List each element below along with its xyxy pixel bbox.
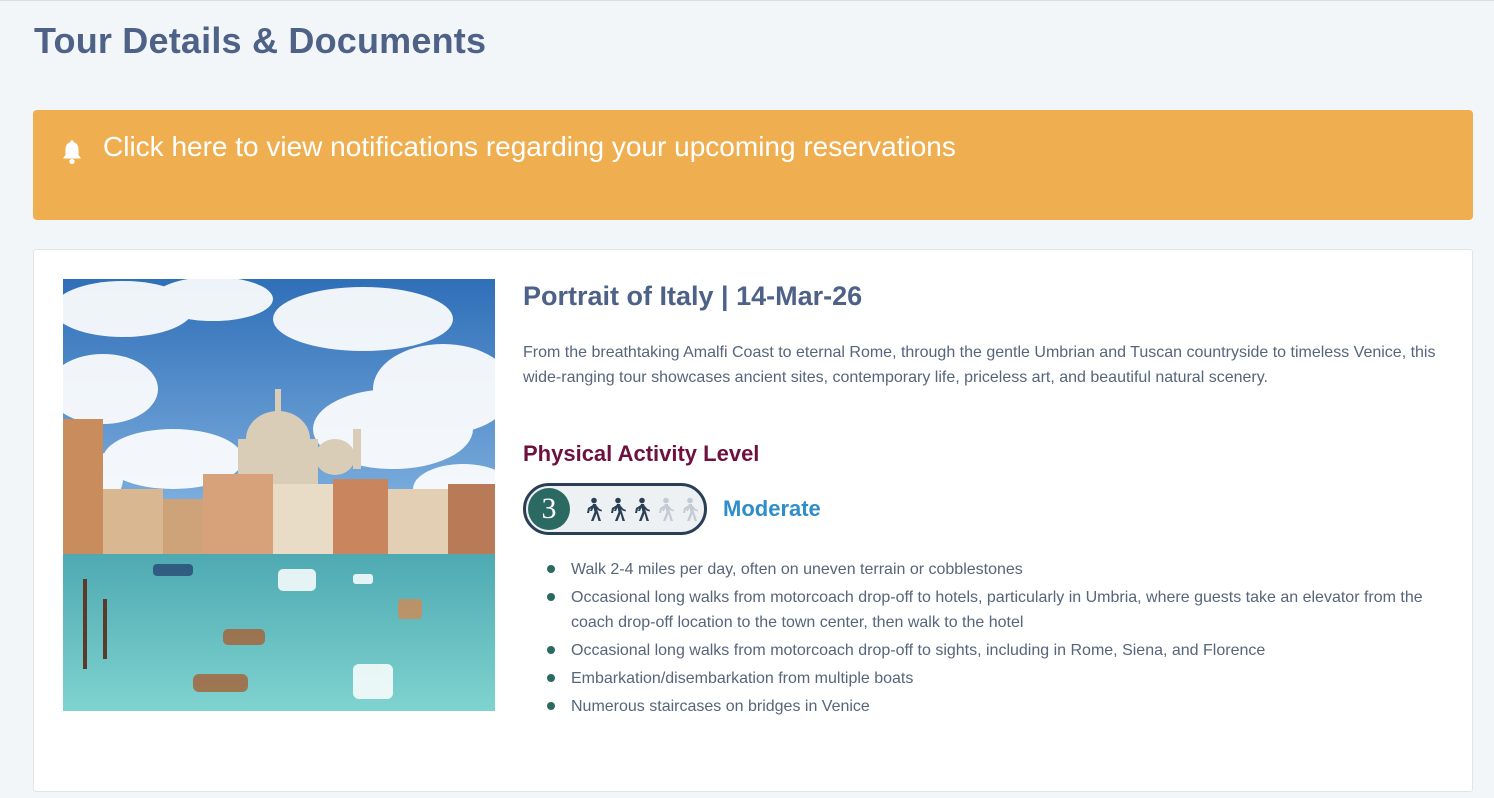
bell-icon (63, 140, 81, 165)
activity-note-item: Walk 2-4 miles per day, often on uneven … (547, 557, 1443, 582)
activity-level-number: 3 (528, 488, 570, 530)
notifications-banner-text[interactable]: Click here to view notifications regardi… (103, 130, 956, 164)
tour-title: Portrait of Italy | 14-Mar-26 (523, 281, 863, 311)
activity-level-walkers (582, 497, 701, 523)
activity-note-item: Embarkation/disembarkation from multiple… (547, 666, 1443, 691)
walking-person-icon (630, 497, 653, 523)
top-divider (0, 0, 1494, 1)
walking-person-icon (678, 497, 701, 523)
tour-description: From the breathtaking Amalfi Coast to et… (523, 344, 1436, 386)
tour-details: Portrait of Italy | 14-Mar-26 From the b… (523, 278, 1443, 722)
page-title: Tour Details & Documents (34, 20, 487, 61)
activity-level-heading: Physical Activity Level (523, 441, 760, 466)
walking-person-icon (654, 497, 677, 523)
walking-person-icon (582, 497, 605, 523)
walking-person-icon (606, 497, 629, 523)
notifications-banner[interactable]: Click here to view notifications regardi… (33, 110, 1473, 220)
tour-image (63, 279, 495, 711)
activity-level-label: Moderate (723, 496, 821, 521)
activity-note-item: Occasional long walks from motorcoach dr… (547, 638, 1443, 663)
activity-level-row: 3 Moderate (523, 483, 1443, 535)
activity-notes-list: Walk 2-4 miles per day, often on uneven … (523, 557, 1443, 719)
activity-note-item: Numerous staircases on bridges in Venice (547, 694, 1443, 719)
activity-note-item: Occasional long walks from motorcoach dr… (547, 585, 1443, 635)
activity-level-badge: 3 (523, 483, 707, 535)
tour-card: Portrait of Italy | 14-Mar-26 From the b… (33, 249, 1473, 792)
